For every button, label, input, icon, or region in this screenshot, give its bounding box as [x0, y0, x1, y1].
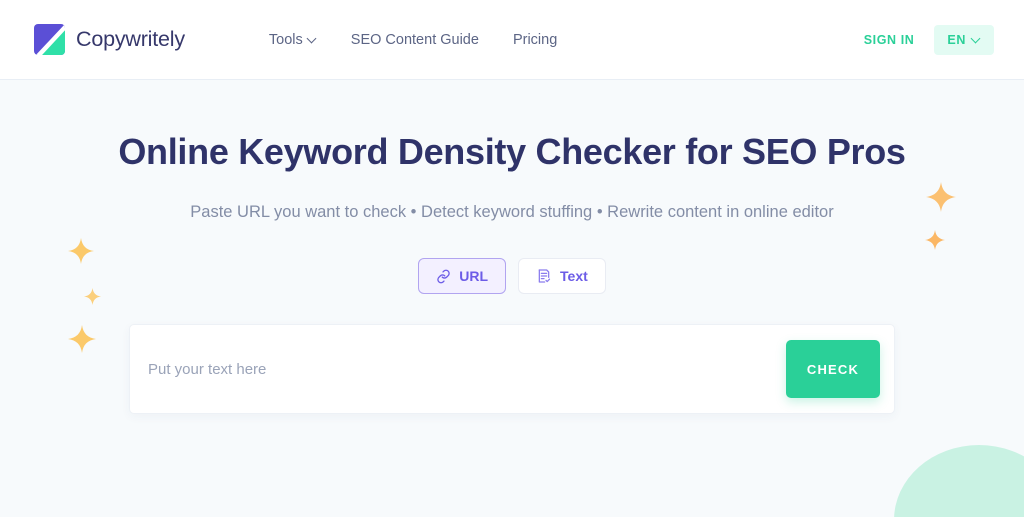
tab-url-label: URL — [459, 268, 489, 285]
nav-item-seo-content-guide[interactable]: SEO Content Guide — [351, 32, 479, 48]
header-actions: SIGN IN EN — [864, 24, 994, 55]
copywritely-logo-icon — [34, 24, 65, 55]
document-check-icon — [536, 268, 552, 284]
site-header: Copywritely Tools SEO Content Guide Pric… — [0, 0, 1024, 80]
hero-subtitle: Paste URL you want to check • Detect key… — [190, 203, 834, 222]
nav-item-tools-label: Tools — [268, 31, 303, 48]
tab-text[interactable]: Text — [518, 258, 606, 295]
language-selector[interactable]: EN — [934, 24, 994, 55]
link-icon — [436, 269, 451, 284]
corner-blob-decoration — [894, 445, 1024, 517]
chevron-down-icon — [308, 34, 317, 43]
tab-text-label: Text — [560, 268, 588, 285]
brand-name: Copywritely — [76, 27, 185, 51]
chevron-down-icon — [972, 34, 981, 43]
check-button[interactable]: CHECK — [786, 340, 880, 399]
sign-in-link[interactable]: SIGN IN — [864, 33, 915, 47]
page-title: Online Keyword Density Checker for SEO P… — [118, 131, 906, 172]
main-nav: Tools SEO Content Guide Pricing — [269, 32, 557, 48]
nav-item-pricing-label: Pricing — [512, 31, 558, 48]
hero-section: Online Keyword Density Checker for SEO P… — [0, 80, 1024, 517]
nav-item-pricing[interactable]: Pricing — [513, 32, 557, 48]
sparkle-left-bottom-icon — [68, 325, 96, 353]
nav-item-tools[interactable]: Tools — [269, 32, 317, 48]
url-input-card: CHECK — [129, 324, 895, 415]
url-input[interactable] — [148, 325, 786, 414]
language-selector-label: EN — [947, 32, 966, 47]
input-mode-tabs: URL Text — [0, 258, 1024, 295]
nav-item-seo-content-guide-label: SEO Content Guide — [350, 31, 479, 48]
sparkle-right-bottom-icon — [925, 230, 945, 250]
tab-url[interactable]: URL — [418, 258, 507, 295]
brand-logo[interactable]: Copywritely — [34, 24, 185, 55]
